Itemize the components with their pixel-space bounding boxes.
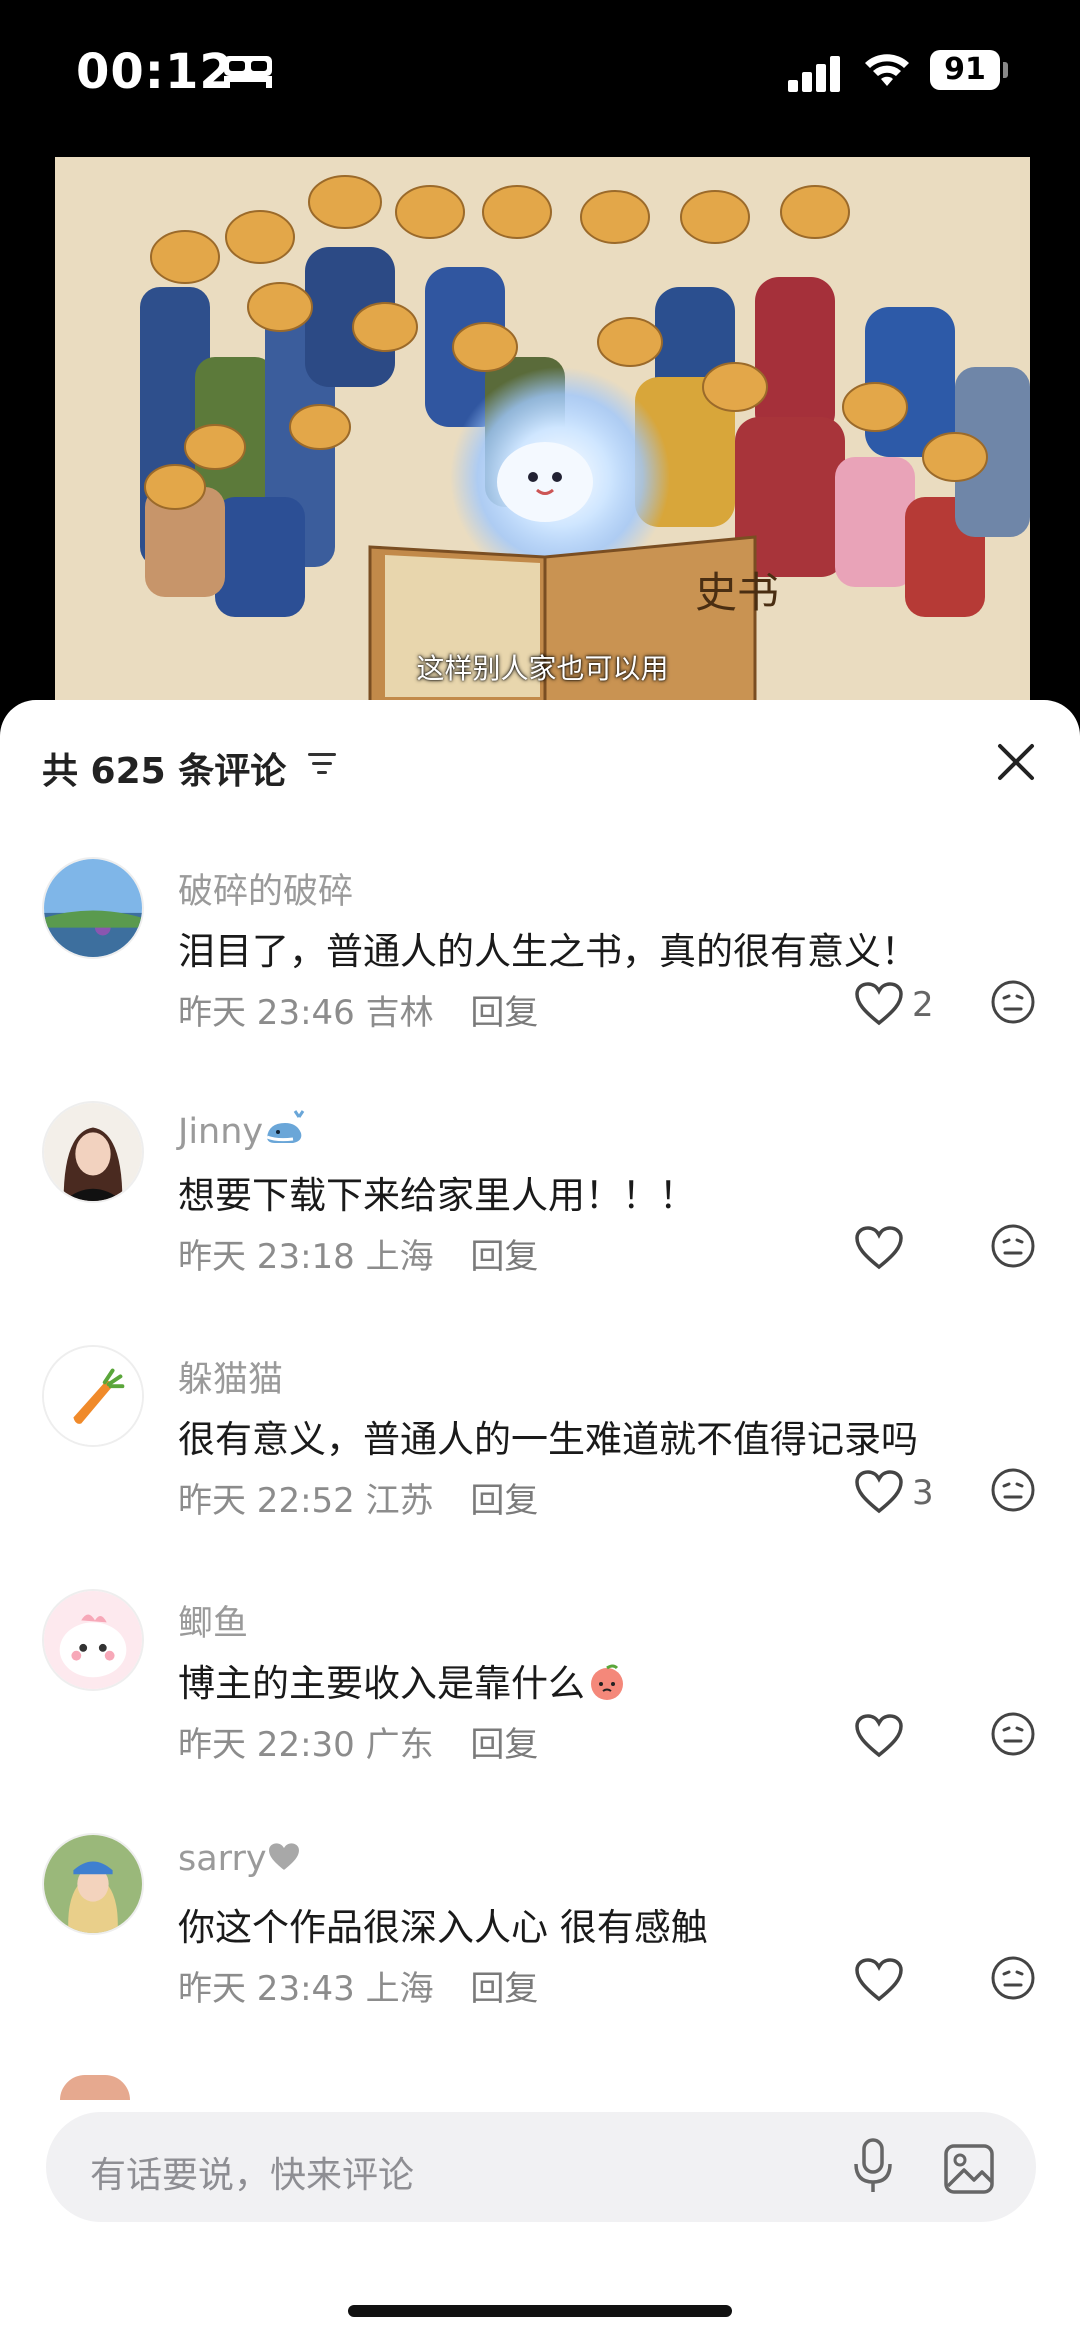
comment-meta: 昨天 22:52 江苏 回复 <box>178 1473 538 1522</box>
like-count: 3 <box>912 1473 934 1513</box>
heart-icon[interactable] <box>854 981 904 1027</box>
status-time: 00:12 <box>76 44 234 100</box>
like-count: 2 <box>912 985 934 1025</box>
video-player[interactable]: 史书 这样别人家也可以用 <box>55 157 1030 705</box>
comment-text: 泪目了，普通人的人生之书，真的很有意义！ <box>178 930 918 973</box>
comment-time: 昨天 23:18 <box>178 1237 355 1277</box>
comment-text: 很有意义，普通人的一生难道就不值得记录吗 <box>178 1418 918 1461</box>
bed-icon <box>224 56 272 88</box>
avatar[interactable] <box>42 857 144 959</box>
dislike-face-icon[interactable] <box>990 1711 1036 1757</box>
comment-text: 你这个作品很深入人心 很有感触 <box>178 1906 708 1949</box>
comment-username[interactable]: 鲫鱼 <box>178 1595 248 1646</box>
reply-button[interactable]: 回复 <box>470 1481 538 1521</box>
comment-text-content: 博主的主要收入是靠什么 <box>178 1662 585 1705</box>
dislike-face-icon[interactable] <box>990 1955 1036 2001</box>
comment-meta: 昨天 23:46 吉林 回复 <box>178 985 538 1034</box>
comment-sheet-header: 共 625 条评论 <box>0 700 1080 830</box>
avatar[interactable] <box>42 1345 144 1447</box>
comment-username-text: sarry <box>178 1839 267 1879</box>
comment-username[interactable]: 破碎的破碎 <box>178 863 353 914</box>
comment-item: sarry 你这个作品很深入人心 很有感触 昨天 23:43 上海 回复 <box>0 1833 1080 2077</box>
comment-username[interactable]: Jinny <box>178 1107 307 1152</box>
close-icon[interactable] <box>996 742 1036 782</box>
comment-text: 博主的主要收入是靠什么 <box>178 1653 629 1707</box>
wifi-icon <box>865 54 909 86</box>
peach-emoji <box>591 1664 623 1700</box>
status-bar: 00:12 91 <box>0 0 1080 150</box>
home-indicator <box>348 2305 732 2317</box>
avatar[interactable] <box>42 1833 144 1935</box>
comment-item: 破碎的破碎 泪目了，普通人的人生之书，真的很有意义！ 昨天 23:46 吉林 回… <box>0 857 1080 1101</box>
avatar[interactable] <box>42 1589 144 1691</box>
reply-button[interactable]: 回复 <box>470 1725 538 1765</box>
comment-time: 昨天 23:46 <box>178 993 355 1033</box>
comment-username-text: Jinny <box>178 1112 264 1152</box>
whale-emoji <box>266 1110 305 1143</box>
heart-emoji <box>268 1843 299 1870</box>
dislike-face-icon[interactable] <box>990 979 1036 1025</box>
avatar[interactable] <box>42 1101 144 1203</box>
comment-meta: 昨天 23:18 上海 回复 <box>178 1229 538 1278</box>
comment-location: 江苏 <box>365 1481 434 1521</box>
sort-icon[interactable] <box>306 750 338 778</box>
dislike-face-icon[interactable] <box>990 1467 1036 1513</box>
comment-input-bar: 有话要说，快来评论 <box>0 2100 1080 2337</box>
reply-button[interactable]: 回复 <box>470 993 538 1033</box>
heart-icon[interactable] <box>854 1713 904 1759</box>
image-icon[interactable] <box>942 2142 996 2196</box>
comment-username[interactable]: sarry <box>178 1839 301 1879</box>
mic-icon[interactable] <box>848 2136 898 2196</box>
heart-icon[interactable] <box>854 1225 904 1271</box>
comment-meta: 昨天 22:30 广东 回复 <box>178 1717 538 1766</box>
comment-meta: 昨天 23:43 上海 回复 <box>178 1961 538 2010</box>
comment-location: 吉林 <box>365 993 434 1033</box>
reply-button[interactable]: 回复 <box>470 1969 538 2009</box>
comment-time: 昨天 23:43 <box>178 1969 355 2009</box>
heart-icon[interactable] <box>854 1469 904 1515</box>
heart-icon[interactable] <box>854 1957 904 2003</box>
comment-item: Jinny 想要下载下来给家里人用！！！ 昨天 23:18 上海 回复 <box>0 1101 1080 1345</box>
comment-location: 广东 <box>365 1725 434 1765</box>
comment-username[interactable]: 躲猫猫 <box>178 1351 283 1402</box>
comment-sheet: 共 625 条评论 破碎的破碎 泪目了，普通人的人生之书，真的很有意义！ 昨天 … <box>0 700 1080 2337</box>
comment-input[interactable]: 有话要说，快来评论 <box>46 2112 1036 2222</box>
comment-count: 共 625 条评论 <box>42 751 287 792</box>
comment-text: 想要下载下来给家里人用！！！ <box>178 1174 696 1217</box>
video-frame-illustration: 史书 <box>55 157 1030 705</box>
reply-button[interactable]: 回复 <box>470 1237 538 1277</box>
comment-input-placeholder: 有话要说，快来评论 <box>90 2155 415 2196</box>
comment-location: 上海 <box>365 1237 434 1277</box>
comment-time: 昨天 22:52 <box>178 1481 355 1521</box>
comment-item: 躲猫猫 很有意义，普通人的一生难道就不值得记录吗 昨天 22:52 江苏 回复 … <box>0 1345 1080 1589</box>
comment-item: 鲫鱼 博主的主要收入是靠什么 昨天 22:30 广东 回复 <box>0 1589 1080 1833</box>
book-title: 史书 <box>695 568 779 617</box>
battery-indicator: 91 <box>930 50 1000 90</box>
comment-location: 上海 <box>365 1969 434 2009</box>
battery-tip <box>1003 62 1008 78</box>
signal-icon <box>788 56 840 92</box>
avatar[interactable] <box>60 2075 130 2100</box>
dislike-face-icon[interactable] <box>990 1223 1036 1269</box>
video-subtitle: 这样别人家也可以用 <box>416 652 669 685</box>
comment-time: 昨天 22:30 <box>178 1725 355 1765</box>
